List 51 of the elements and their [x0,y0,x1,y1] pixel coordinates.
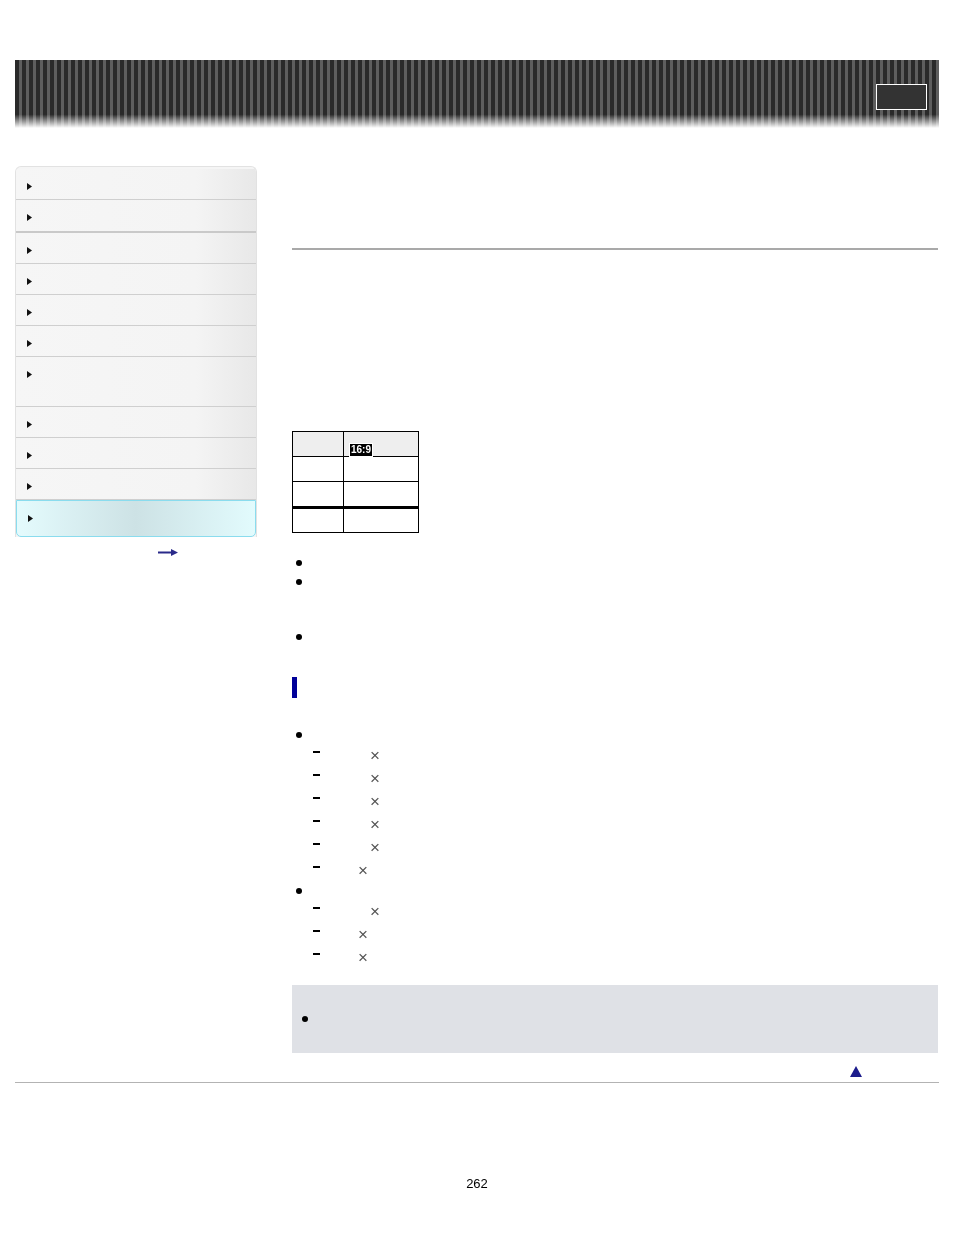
dash-icon [313,953,320,955]
caret-icon [27,247,32,254]
arrow-right-icon[interactable] [158,549,178,556]
caret-icon [27,483,32,490]
sidebar-item[interactable] [16,326,256,357]
bullet-icon [296,732,302,738]
dash-icon [313,774,320,776]
sidebar-item[interactable] [16,407,256,438]
multiplication-sign: × [370,837,380,859]
caret-icon [27,371,32,378]
sidebar-item[interactable] [16,438,256,469]
dash-icon [313,907,320,909]
sidebar-item[interactable] [16,233,256,264]
caret-icon [27,183,32,190]
aspect-ratio-badge: 16:9 [349,443,373,457]
header-button[interactable] [876,84,927,110]
dash-icon [313,751,320,753]
sidebar-item[interactable] [16,357,256,407]
dash-icon [313,843,320,845]
sidebar-item[interactable] [16,169,256,200]
caret-icon [27,309,32,316]
caret-icon [27,452,32,459]
heading-bar [292,677,297,698]
sidebar-item[interactable] [16,500,256,537]
bullet-icon [296,888,302,894]
caret-icon [27,340,32,347]
bullet-icon [296,560,302,566]
multiplication-sign: × [370,814,380,836]
dash-icon [313,797,320,799]
multiplication-sign: × [358,860,368,882]
multiplication-sign: × [358,947,368,969]
page-number: 262 [466,1176,488,1192]
multiplication-sign: × [370,901,380,923]
caret-icon [27,214,32,221]
bullet-icon [302,1016,308,1022]
sidebar-item[interactable] [16,469,256,500]
sidebar-item[interactable] [16,295,256,326]
bullet-icon [296,634,302,640]
caret-icon [27,278,32,285]
up-arrow-icon[interactable] [850,1066,862,1077]
multiplication-sign: × [370,768,380,790]
dash-icon [313,866,320,868]
multiplication-sign: × [358,924,368,946]
multiplication-sign: × [370,791,380,813]
dash-icon [313,930,320,932]
dash-icon [313,820,320,822]
sidebar-item[interactable] [16,264,256,295]
multiplication-sign: × [370,745,380,767]
bullet-icon [296,579,302,585]
caret-icon [28,515,33,522]
caret-icon [27,421,32,428]
